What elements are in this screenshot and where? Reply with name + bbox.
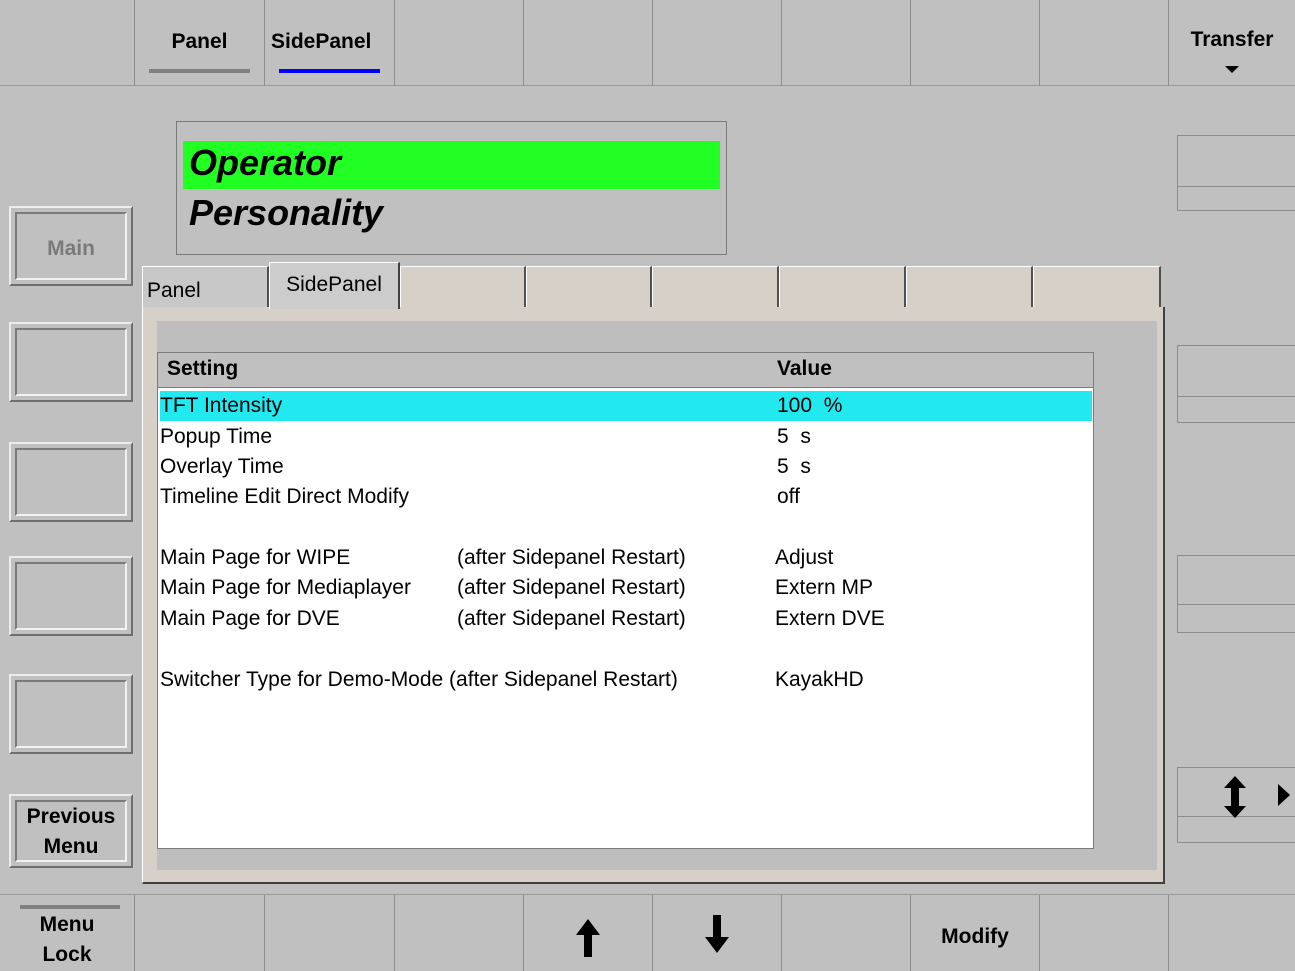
table-row-selected[interactable]: TFT Intensity 100 % <box>160 391 1092 421</box>
bottom-key-empty-2[interactable] <box>265 895 395 971</box>
up-down-arrow-icon <box>1224 776 1246 818</box>
header-title-personality: Personality <box>189 192 384 233</box>
row-value: Extern MP <box>775 576 874 599</box>
bottom-key-empty-5[interactable] <box>1040 895 1169 971</box>
row-value: Adjust <box>775 546 834 569</box>
row-setting: Popup Time <box>160 425 273 448</box>
row-value: KayakHD <box>775 668 864 691</box>
bottom-key-empty-6[interactable] <box>1169 895 1295 971</box>
menu-lock-indicator <box>20 905 120 909</box>
menu-lock-label-line1: Menu <box>39 913 95 936</box>
modify-button[interactable]: Modify <box>911 895 1040 971</box>
page-header: Operator Personality <box>176 121 727 255</box>
top-tab-sidepanel[interactable]: SidePanel <box>265 0 395 86</box>
left-key-empty-2[interactable] <box>9 442 133 522</box>
right-key-3[interactable] <box>1177 555 1295 633</box>
top-key-empty-4[interactable] <box>653 0 782 86</box>
row-setting: Switcher Type for Demo-Mode (after Sidep… <box>160 668 678 691</box>
row-setting: Timeline Edit Direct Modify <box>160 485 409 508</box>
top-tab-sidepanel-label: SidePanel <box>271 30 372 53</box>
top-key-empty-1[interactable] <box>0 0 135 86</box>
previous-menu-label-line2: Menu <box>43 835 99 858</box>
tab-empty-6[interactable] <box>1033 266 1161 308</box>
main-button[interactable]: Main <box>9 206 133 286</box>
row-value: 5 s <box>777 425 811 448</box>
table-row[interactable]: Main Page for DVE (after Sidepanel Resta… <box>160 604 1092 634</box>
header-title-operator: Operator <box>189 142 342 183</box>
bottom-softkey-bar: Menu Lock Modify <box>0 894 1295 971</box>
right-key-resize[interactable] <box>1177 767 1295 843</box>
top-key-empty-6[interactable] <box>911 0 1040 86</box>
table-row[interactable]: Main Page for Mediaplayer (after Sidepan… <box>160 573 1092 603</box>
triangle-down-icon <box>1225 66 1239 73</box>
tab-panel[interactable]: Panel <box>142 266 269 308</box>
table-row[interactable]: Overlay Time 5 s <box>160 452 1092 482</box>
right-key-2[interactable] <box>1177 345 1295 423</box>
left-key-empty-3[interactable] <box>9 556 133 636</box>
tab-bar: Panel SidePanel <box>142 262 1165 309</box>
left-key-empty-1[interactable] <box>9 322 133 402</box>
bottom-key-empty-3[interactable] <box>395 895 524 971</box>
top-tab-panel[interactable]: Panel <box>135 0 265 86</box>
column-header-setting: Setting <box>167 357 239 380</box>
previous-menu-button[interactable]: Previous Menu <box>9 794 133 868</box>
row-value: 100 % <box>777 394 843 417</box>
arrow-down-icon <box>705 915 729 953</box>
top-tab-panel-label: Panel <box>171 30 228 53</box>
row-setting: TFT Intensity <box>160 394 283 417</box>
top-softkey-bar: Panel SidePanel Transfer <box>0 0 1295 86</box>
menu-lock-button[interactable]: Menu Lock <box>0 895 135 971</box>
settings-table[interactable]: Setting Value TFT Intensity 100 % Popup … <box>157 352 1094 849</box>
row-setting: Main Page for WIPE <box>160 546 351 569</box>
row-setting: Overlay Time <box>160 455 284 478</box>
tab-empty-4[interactable] <box>779 266 906 308</box>
scroll-down-button[interactable] <box>653 895 782 971</box>
top-key-empty-3[interactable] <box>524 0 653 86</box>
tab-panel-label: Panel <box>147 279 201 302</box>
scroll-up-button[interactable] <box>524 895 653 971</box>
row-value: 5 s <box>777 455 811 478</box>
arrow-up-icon <box>576 919 600 957</box>
row-note: (after Sidepanel Restart) <box>457 546 686 569</box>
top-key-empty-5[interactable] <box>782 0 911 86</box>
main-button-label: Main <box>47 237 95 260</box>
tab-empty-5[interactable] <box>906 266 1033 308</box>
table-row[interactable]: Main Page for WIPE (after Sidepanel Rest… <box>160 543 1092 573</box>
column-header-value: Value <box>777 357 832 380</box>
table-row[interactable]: Popup Time 5 s <box>160 422 1092 452</box>
row-setting: Main Page for Mediaplayer <box>160 576 411 599</box>
table-header: Setting Value <box>158 353 1093 388</box>
top-key-empty-2[interactable] <box>395 0 524 86</box>
tab-indicator-active <box>279 69 380 73</box>
row-value: Extern DVE <box>775 607 885 630</box>
tab-empty-1[interactable] <box>400 266 526 308</box>
transfer-label: Transfer <box>1190 28 1274 51</box>
row-value: off <box>777 485 800 508</box>
modify-label: Modify <box>941 925 1009 948</box>
tab-indicator-inactive <box>149 69 250 73</box>
top-key-empty-7[interactable] <box>1040 0 1169 86</box>
left-key-empty-4[interactable] <box>9 674 133 754</box>
row-note: (after Sidepanel Restart) <box>457 607 686 630</box>
table-row[interactable]: Switcher Type for Demo-Mode (after Sidep… <box>160 665 1092 695</box>
tab-sidepanel[interactable]: SidePanel <box>269 262 400 309</box>
row-setting: Main Page for DVE <box>160 607 340 630</box>
menu-lock-label-line2: Lock <box>42 943 92 966</box>
right-key-1[interactable] <box>1177 135 1295 211</box>
tab-empty-3[interactable] <box>652 266 779 308</box>
tab-empty-2[interactable] <box>526 266 652 308</box>
previous-menu-label-line1: Previous <box>26 805 116 828</box>
transfer-button[interactable]: Transfer <box>1169 0 1295 86</box>
triangle-right-icon[interactable] <box>1278 784 1290 806</box>
table-row[interactable]: Timeline Edit Direct Modify off <box>160 482 1092 512</box>
row-note: (after Sidepanel Restart) <box>457 576 686 599</box>
bottom-key-empty-4[interactable] <box>782 895 911 971</box>
bottom-key-empty-1[interactable] <box>135 895 265 971</box>
tab-sidepanel-label: SidePanel <box>286 273 382 296</box>
